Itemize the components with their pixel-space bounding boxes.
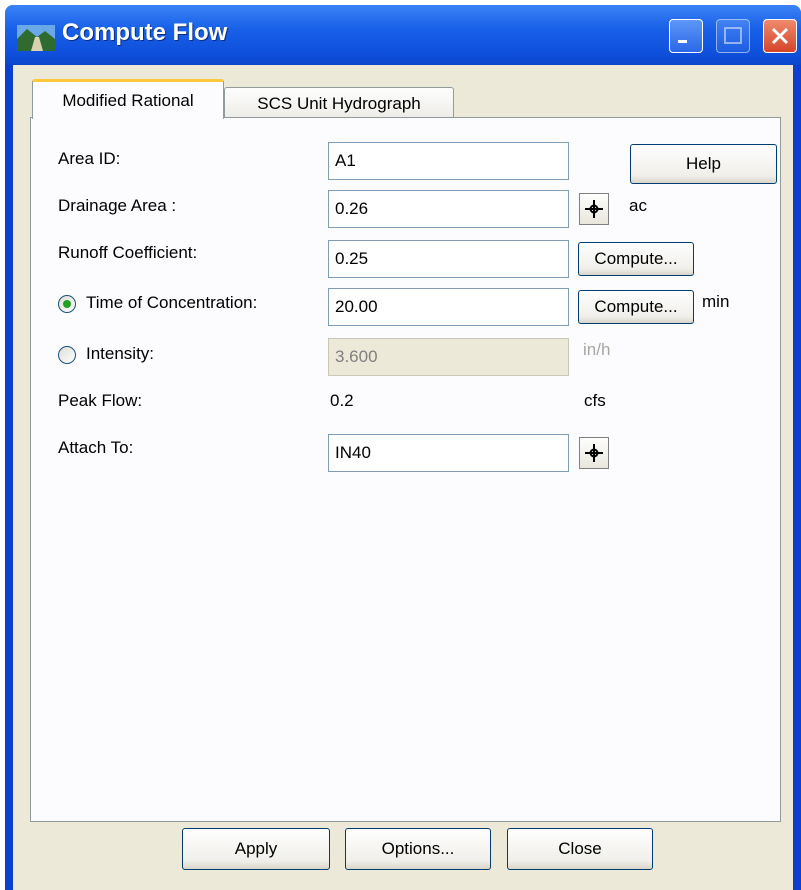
time-of-concentration-label: Time of Concentration: xyxy=(86,293,258,312)
minimize-button[interactable] xyxy=(669,19,703,53)
dialog-client-area: Modified Rational SCS Unit Hydrograph Ar… xyxy=(13,65,793,890)
peak-flow-value: 0.2 xyxy=(330,391,354,410)
tab-scs-unit-hydrograph[interactable]: SCS Unit Hydrograph xyxy=(224,87,454,121)
maximize-icon xyxy=(724,27,742,44)
peak-flow-unit: cfs xyxy=(584,391,606,410)
drainage-area-unit: ac xyxy=(629,196,647,215)
peak-flow-label: Peak Flow: xyxy=(58,391,143,410)
tab-modified-rational[interactable]: Modified Rational xyxy=(32,79,224,119)
time-of-concentration-radio[interactable] xyxy=(58,295,76,313)
intensity-radio[interactable] xyxy=(58,346,76,364)
minimize-icon xyxy=(678,40,687,43)
landscape-app-icon xyxy=(17,25,55,51)
attach-to-pick-button[interactable] xyxy=(579,437,609,469)
area-id-label: Area ID: xyxy=(58,149,121,168)
help-button[interactable]: Help xyxy=(630,144,777,184)
time-of-concentration-unit: min xyxy=(702,292,730,311)
drainage-area-input[interactable]: 0.26 xyxy=(328,190,569,228)
title-bar[interactable]: Compute Flow xyxy=(5,5,801,65)
runoff-coefficient-compute-button[interactable]: Compute... xyxy=(578,242,694,276)
apply-button[interactable]: Apply xyxy=(182,828,330,870)
crosshair-pick-icon xyxy=(585,444,603,462)
intensity-input: 3.600 xyxy=(328,338,569,376)
attach-to-input[interactable]: IN40 xyxy=(328,434,569,472)
time-of-concentration-input[interactable]: 20.00 xyxy=(328,288,569,326)
intensity-label: Intensity: xyxy=(86,344,155,363)
options-button[interactable]: Options... xyxy=(345,828,491,870)
radio-selected-dot xyxy=(63,300,71,308)
window-title: Compute Flow xyxy=(62,19,228,46)
attach-to-label: Attach To: xyxy=(58,438,134,457)
drainage-area-label: Drainage Area : xyxy=(58,196,177,215)
close-button[interactable]: Close xyxy=(507,828,653,870)
tab-panel: Area ID: A1 Help Drainage Area : 0.26 ac… xyxy=(30,117,781,822)
intensity-unit: in/h xyxy=(583,340,611,359)
area-id-input[interactable]: A1 xyxy=(328,142,569,180)
runoff-coefficient-input[interactable]: 0.25 xyxy=(328,240,569,278)
crosshair-pick-icon xyxy=(585,200,603,218)
close-window-button[interactable] xyxy=(763,19,797,53)
runoff-coefficient-label: Runoff Coefficient: xyxy=(58,243,198,262)
close-icon xyxy=(771,27,789,45)
compute-flow-window: Compute Flow Modified Rational SCS Unit … xyxy=(5,5,801,890)
maximize-button xyxy=(716,19,750,53)
drainage-area-pick-button[interactable] xyxy=(579,193,609,225)
time-of-concentration-compute-button[interactable]: Compute... xyxy=(578,290,694,324)
